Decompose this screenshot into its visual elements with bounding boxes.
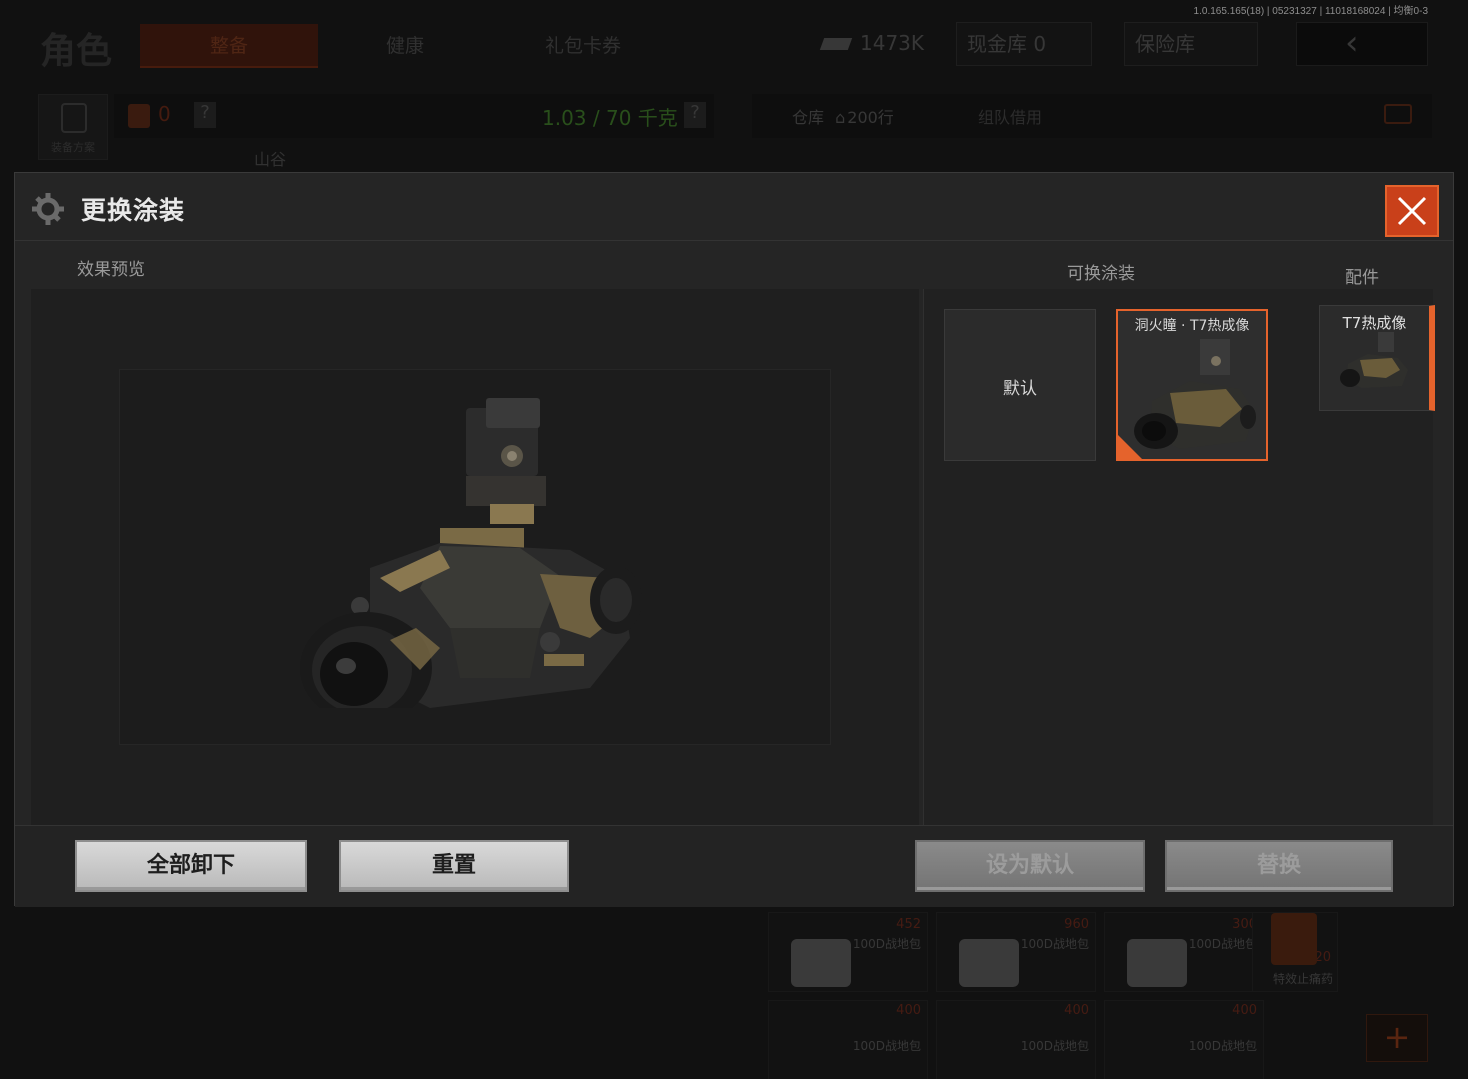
- weight-help-icon[interactable]: ?: [684, 102, 706, 128]
- skin-thumbnail: [1134, 339, 1256, 449]
- home-icon: ⌂: [835, 108, 846, 127]
- cash-vault-button[interactable]: 现金库 0: [956, 22, 1092, 66]
- back-arrow-icon: ‹: [1345, 23, 1359, 63]
- tab-gift[interactable]: 礼包卡券: [500, 24, 666, 68]
- accessory-card[interactable]: T7热成像: [1319, 305, 1435, 411]
- armor-icon: [128, 104, 150, 128]
- close-button[interactable]: [1385, 185, 1439, 237]
- currency-icon: [819, 38, 853, 50]
- medicine-icon: [1271, 913, 1317, 965]
- warehouse-rows: 200行: [847, 108, 894, 127]
- preview-panel[interactable]: [31, 289, 919, 825]
- skin-name: 默认: [1003, 379, 1037, 399]
- replace-button[interactable]: 替换: [1165, 840, 1393, 892]
- gear-icon: [29, 189, 67, 227]
- safe-box-label: 保险库: [1135, 32, 1195, 56]
- list-item[interactable]: 452 100D战地包: [768, 912, 928, 992]
- dialog-title: 更换涂装: [81, 196, 186, 225]
- weight-bar: 0 ? 1.03 / 70 千克 ?: [114, 94, 714, 138]
- backpack-icon: [61, 103, 87, 133]
- tab-health[interactable]: 健康: [330, 24, 480, 68]
- pouch-icon: [791, 939, 851, 987]
- pouch-icon: [1127, 939, 1187, 987]
- warehouse-bar: 仓库 ⌂ 200行 组队借用: [752, 94, 1432, 138]
- item-price: 452: [896, 917, 921, 932]
- item-price: 400: [1232, 1003, 1257, 1018]
- unequip-all-button[interactable]: 全部卸下: [75, 840, 307, 892]
- list-item[interactable]: 220 特效止痛药: [1252, 912, 1338, 992]
- loadout-label: 装备方案: [51, 141, 95, 154]
- list-item[interactable]: 960 100D战地包: [936, 912, 1096, 992]
- tab-gear[interactable]: 整备: [140, 24, 318, 68]
- item-name: 特效止痛药: [1272, 972, 1333, 986]
- currency-display: 1473K: [812, 22, 934, 66]
- dialog-footer: 全部卸下 重置 设为默认 替换: [15, 825, 1453, 907]
- thermal-scope-model: [300, 398, 642, 708]
- add-button[interactable]: +: [1366, 1014, 1428, 1062]
- preview-stage: [119, 369, 831, 745]
- item-name: 100D战地包: [1188, 1039, 1257, 1053]
- armor-count: 0: [158, 102, 171, 126]
- item-price: 960: [1064, 917, 1089, 932]
- item-name: 100D战地包: [1020, 937, 1089, 951]
- back-button[interactable]: ‹: [1296, 22, 1428, 66]
- version-text: 1.0.165.165(18) | 05231327 | 11018168024…: [1193, 6, 1428, 17]
- pouch-icon: [959, 939, 1019, 987]
- stack-icon[interactable]: [1384, 104, 1412, 124]
- reset-button[interactable]: 重置: [339, 840, 569, 892]
- map-label: 山谷: [254, 150, 287, 169]
- preview-label: 效果预览: [77, 260, 145, 280]
- currency-value: 1473K: [860, 31, 925, 55]
- skin-card-default[interactable]: 默认: [944, 309, 1096, 461]
- item-name: 100D战地包: [1188, 937, 1257, 951]
- list-item[interactable]: 300 100D战地包: [1104, 912, 1264, 992]
- skin-card-selected[interactable]: 洞火瞳 · T7热成像: [1116, 309, 1268, 461]
- set-default-button[interactable]: 设为默认: [915, 840, 1145, 892]
- item-name: 100D战地包: [852, 937, 921, 951]
- accessory-label: 配件: [1345, 268, 1379, 288]
- close-icon: [1397, 196, 1427, 226]
- list-item[interactable]: 400 100D战地包: [1104, 1000, 1264, 1079]
- item-name: 100D战地包: [852, 1039, 921, 1053]
- item-name: 100D战地包: [1020, 1039, 1089, 1053]
- item-price: 400: [896, 1003, 921, 1018]
- page-title: 角色: [40, 31, 113, 72]
- list-item[interactable]: 400 100D战地包: [768, 1000, 928, 1079]
- skins-label: 可换涂装: [1067, 264, 1135, 284]
- accessory-thumbnail: [1340, 332, 1408, 388]
- weight-value: 1.03 / 70 千克: [542, 106, 678, 130]
- help-icon[interactable]: ?: [194, 102, 216, 128]
- list-item[interactable]: 400 100D战地包: [936, 1000, 1096, 1079]
- loadout-button[interactable]: 装备方案: [38, 94, 108, 160]
- cash-vault-label: 现金库 0: [967, 32, 1047, 56]
- warehouse-label: 仓库: [792, 108, 825, 127]
- team-borrow-tab[interactable]: 组队借用: [978, 104, 1042, 128]
- item-price: 400: [1064, 1003, 1089, 1018]
- dialog-header: 更换涂装: [15, 173, 1453, 241]
- safe-box-button[interactable]: 保险库: [1124, 22, 1258, 66]
- change-skin-dialog: 更换涂装 效果预览 可换涂装 配件 默认 洞火瞳 · T7热成像 T7热成像 全…: [14, 172, 1454, 907]
- warehouse-tab[interactable]: 仓库 ⌂ 200行: [792, 104, 894, 128]
